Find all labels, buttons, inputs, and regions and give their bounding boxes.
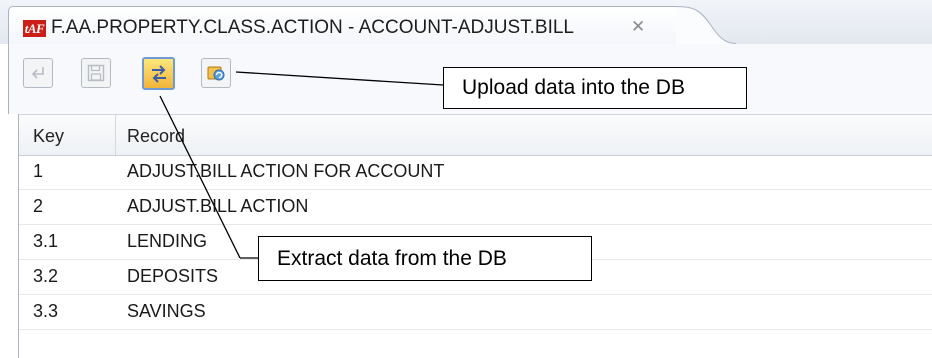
callout-connectors [159,71,444,259]
upload-connector-line [235,71,444,86]
extract-connector-line [159,95,241,259]
upload-callout: Upload data into the DB [443,67,747,109]
extract-callout: Extract data from the DB [258,236,592,281]
